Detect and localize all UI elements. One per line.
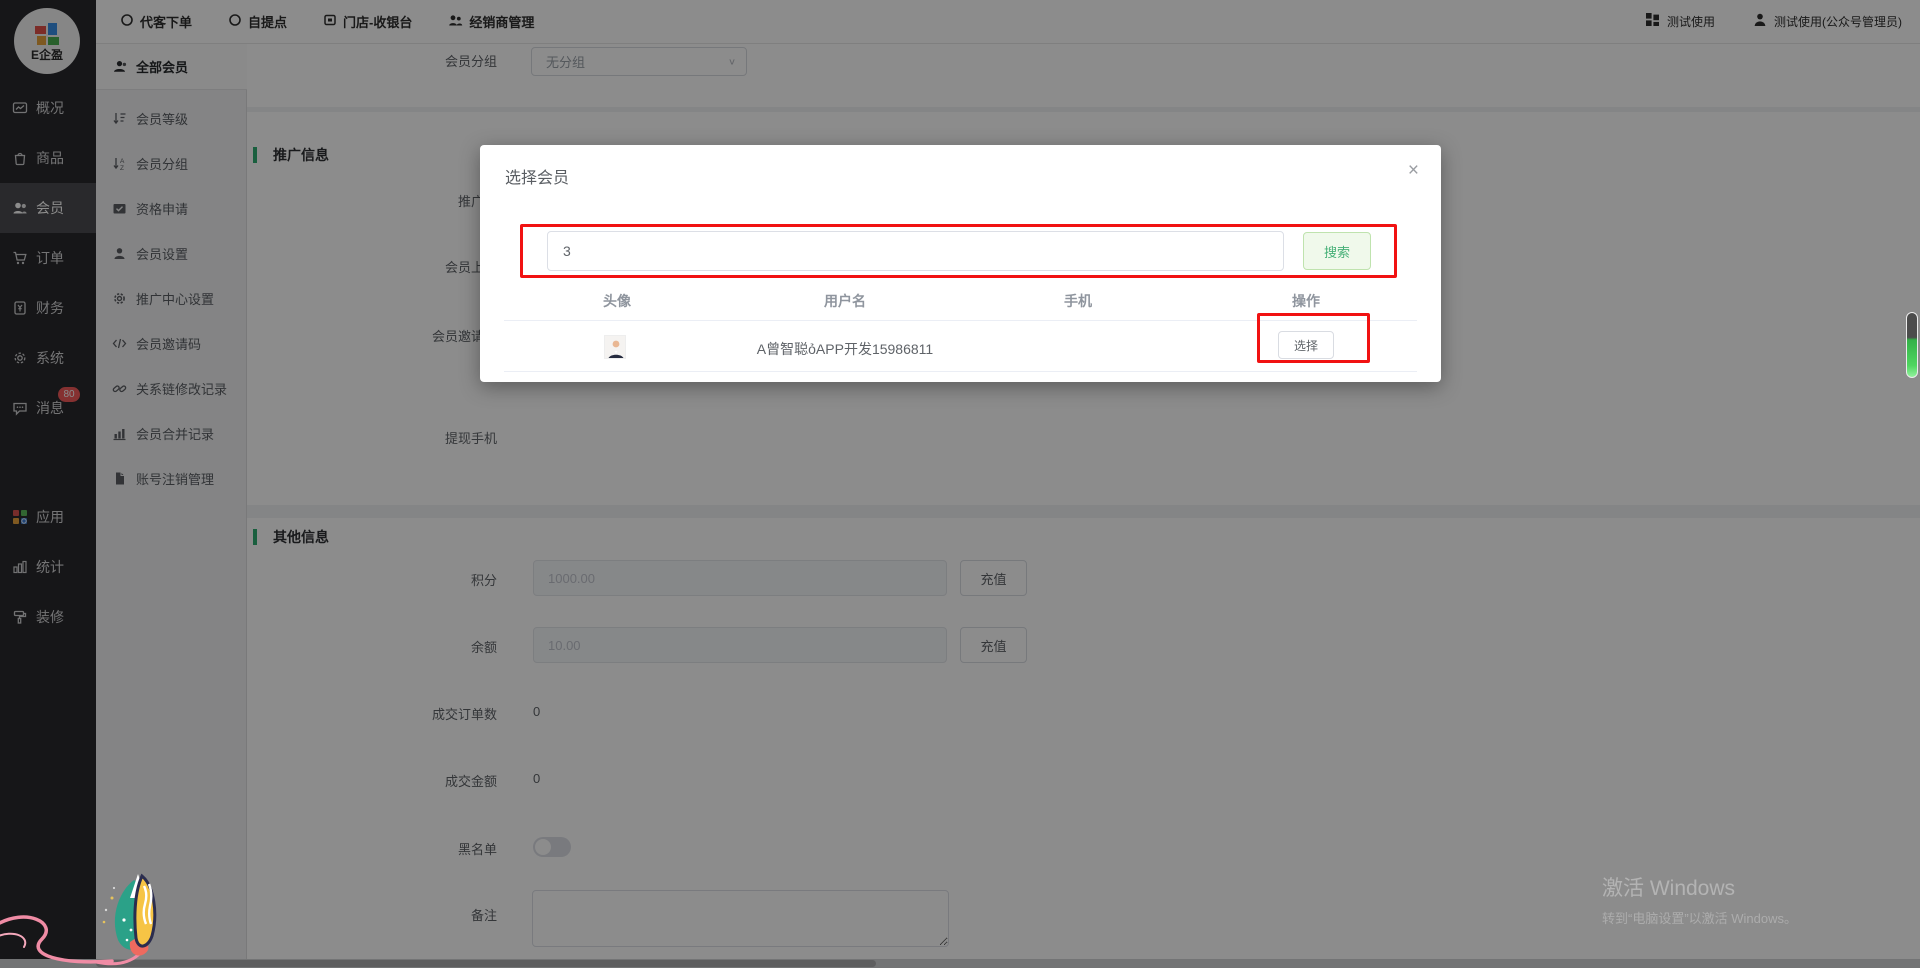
table-header-divider — [504, 320, 1417, 321]
modal-title: 选择会员 — [505, 164, 569, 188]
search-button[interactable]: 搜索 — [1303, 232, 1371, 270]
avatar — [604, 335, 626, 359]
col-header-username: 用户名 — [824, 291, 866, 311]
select-member-button[interactable]: 选择 — [1278, 331, 1334, 359]
table-row-divider — [504, 371, 1417, 372]
member-search-input[interactable] — [547, 231, 1284, 271]
col-header-avatar: 头像 — [603, 291, 631, 311]
close-icon[interactable]: × — [1408, 161, 1419, 180]
scroll-position-indicator[interactable] — [1906, 312, 1918, 378]
app-window: 代客下单 自提点 门店-收银台 经销商管理 测试使用 测试使用(公众号 — [0, 0, 1920, 968]
select-member-modal: 选择会员 × 搜索 头像 用户名 手机 操作 A曾智聪ỏAPP开发1598681… — [480, 145, 1441, 382]
col-header-action: 操作 — [1292, 291, 1320, 311]
member-username: A曾智聪ỏAPP开发15986811 — [757, 339, 933, 359]
col-header-phone: 手机 — [1064, 291, 1092, 311]
